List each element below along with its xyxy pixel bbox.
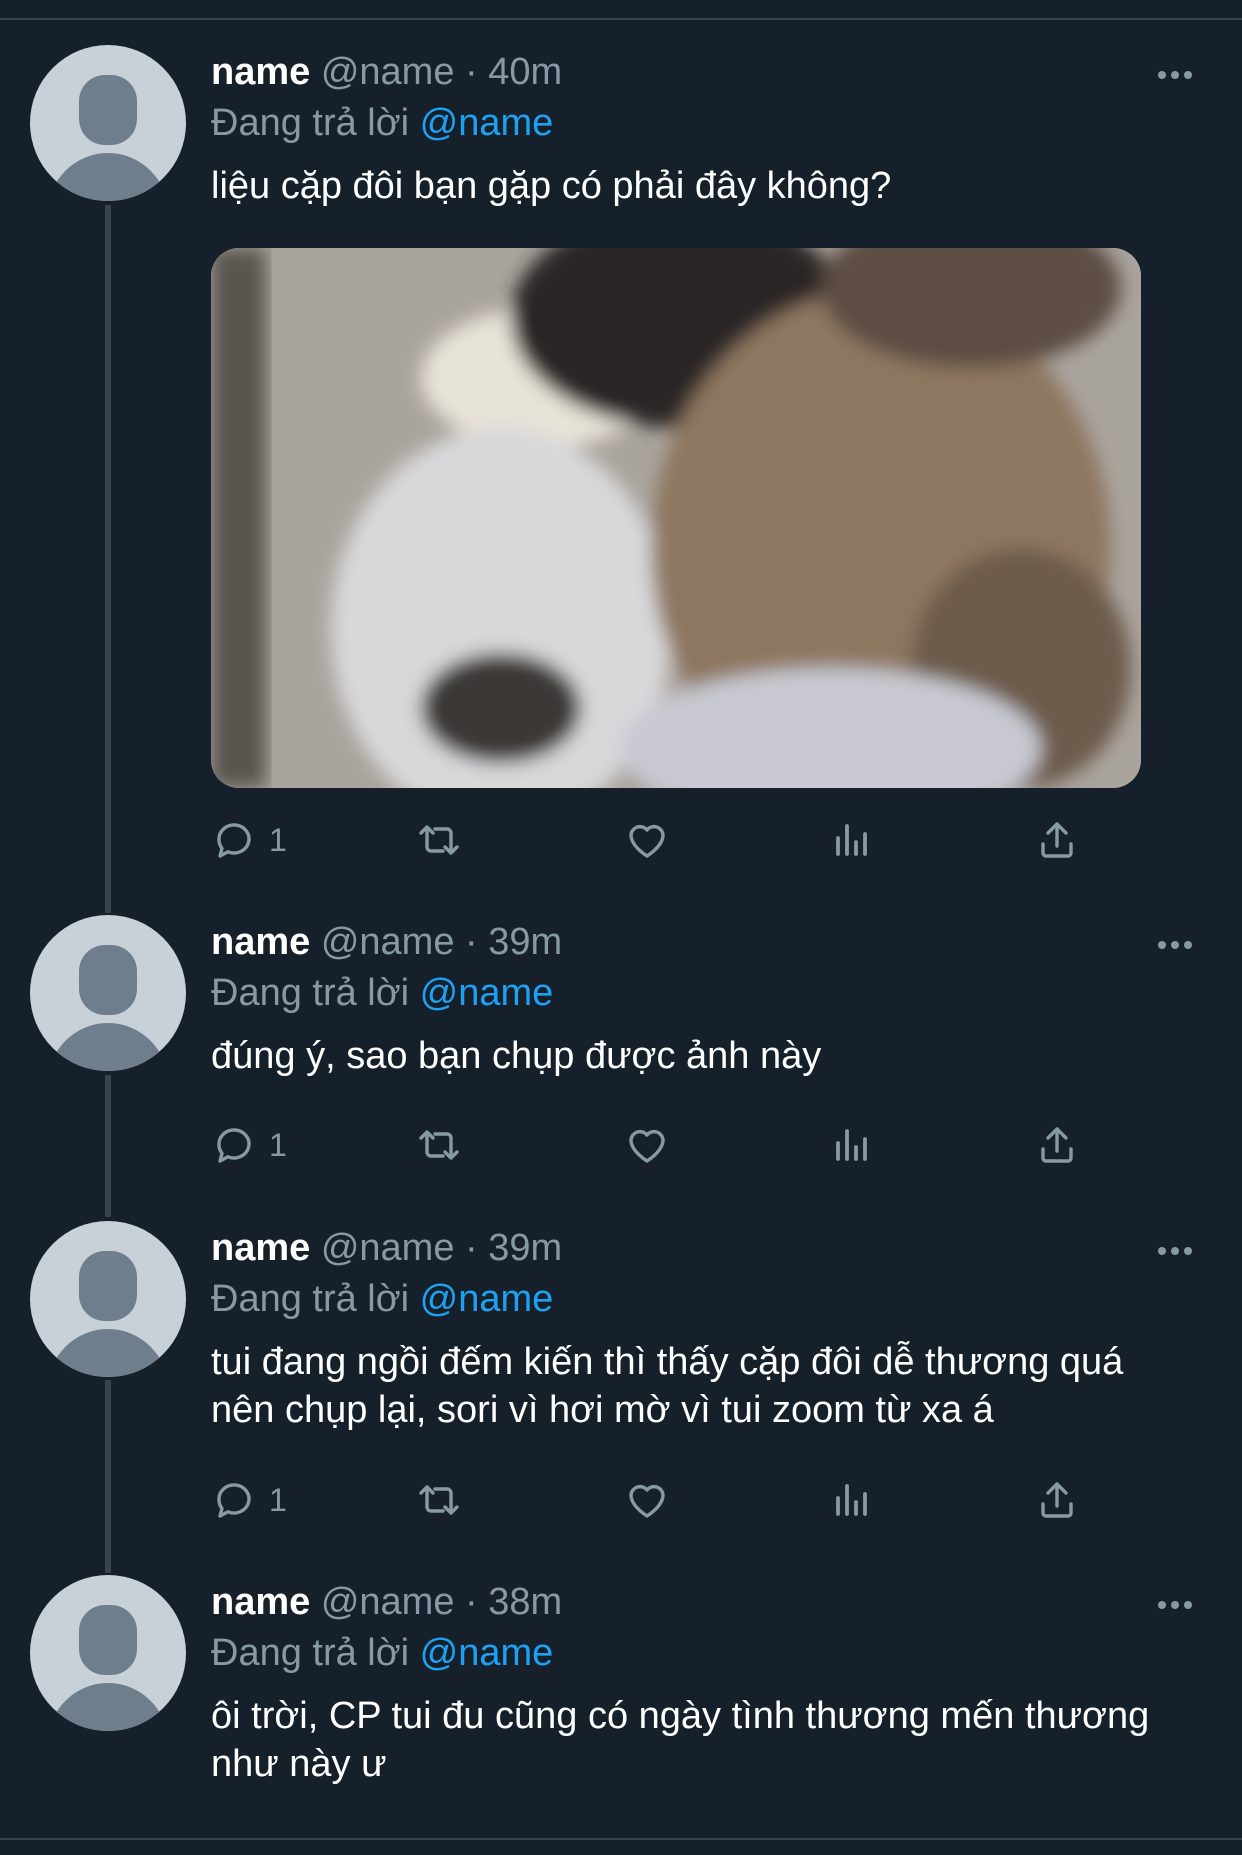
heart-icon (629, 1129, 665, 1163)
avatar[interactable] (30, 1221, 186, 1377)
reply-prefix: Đang trả lời (211, 972, 410, 1014)
bottom-divider (0, 1838, 1242, 1840)
like-button[interactable] (623, 812, 671, 868)
tweet-text: liệu cặp đôi bạn gặp có phải đây không? (211, 165, 892, 207)
user-handle[interactable]: @name (321, 51, 455, 93)
stats-icon (836, 824, 867, 856)
thread-line (105, 205, 111, 913)
reply-context: Đang trả lời @name (211, 1276, 553, 1322)
top-divider (0, 18, 1242, 20)
timestamp[interactable]: 39m (488, 1227, 562, 1269)
display-name[interactable]: name (211, 51, 310, 93)
like-button[interactable] (623, 1472, 671, 1528)
separator: · (465, 1581, 478, 1623)
share-icon (1041, 822, 1073, 858)
reply-mention[interactable]: @name (420, 102, 554, 144)
timestamp[interactable]: 38m (488, 1581, 562, 1623)
more-icon[interactable] (1158, 1247, 1192, 1255)
display-name[interactable]: name (211, 1227, 310, 1269)
tweet-text: tui đang ngồi đếm kiến thì thấy cặp đôi … (211, 1341, 1124, 1431)
thread-line (105, 1075, 111, 1217)
tweet-text: ôi trời, CP tui đu cũng có ngày tình thư… (211, 1695, 1150, 1785)
share-button[interactable] (1033, 812, 1081, 868)
reply-button[interactable]: 1 (211, 1472, 287, 1528)
tweet-actions: 1 (211, 812, 1111, 868)
tweet-header: name @name · 39m (211, 1225, 562, 1271)
separator: · (465, 921, 478, 963)
reply-count: 1 (269, 1481, 287, 1518)
reply-count: 1 (269, 821, 287, 858)
thread-line (105, 1380, 111, 1573)
reply-mention[interactable]: @name (420, 972, 554, 1014)
user-handle[interactable]: @name (321, 921, 455, 963)
stats-button[interactable] (828, 812, 876, 868)
heart-icon (629, 1484, 665, 1518)
tweet-photo[interactable] (211, 248, 1141, 788)
reply-prefix: Đang trả lời (211, 102, 410, 144)
reply-mention[interactable]: @name (420, 1278, 554, 1320)
stats-icon (836, 1129, 867, 1161)
more-icon[interactable] (1158, 1601, 1192, 1609)
stats-icon (836, 1484, 867, 1516)
separator: · (465, 51, 478, 93)
reply-count: 1 (269, 1126, 287, 1163)
retweet-icon (419, 825, 459, 855)
share-icon (1041, 1482, 1073, 1518)
display-name[interactable]: name (211, 1581, 310, 1623)
tweet-header: name @name · 38m (211, 1579, 562, 1625)
retweet-button[interactable] (415, 1117, 463, 1173)
reply-prefix: Đang trả lời (211, 1278, 410, 1320)
retweet-icon (419, 1485, 459, 1515)
tweet-actions: 1 (211, 1117, 1111, 1173)
share-button[interactable] (1033, 1117, 1081, 1173)
reply-icon (217, 1128, 251, 1163)
reply-button[interactable]: 1 (211, 1117, 287, 1173)
retweet-button[interactable] (415, 1472, 463, 1528)
avatar[interactable] (30, 1575, 186, 1731)
like-button[interactable] (623, 1117, 671, 1173)
reply-context: Đang trả lời @name (211, 970, 553, 1016)
retweet-button[interactable] (415, 812, 463, 868)
heart-icon (629, 824, 665, 858)
more-icon[interactable] (1158, 71, 1192, 79)
reply-context: Đang trả lời @name (211, 1630, 553, 1676)
stats-button[interactable] (828, 1117, 876, 1173)
share-icon (1041, 1127, 1073, 1163)
stats-button[interactable] (828, 1472, 876, 1528)
photo-image (211, 248, 1141, 788)
reply-icon (217, 823, 251, 858)
avatar[interactable] (30, 45, 186, 201)
tweet-actions: 1 (211, 1472, 1111, 1528)
tweet-header: name @name · 39m (211, 919, 562, 965)
reply-prefix: Đang trả lời (211, 1632, 410, 1674)
tweet-text: đúng ý, sao bạn chụp được ảnh này (211, 1035, 822, 1077)
share-button[interactable] (1033, 1472, 1081, 1528)
reply-button[interactable]: 1 (211, 812, 287, 868)
avatar[interactable] (30, 915, 186, 1071)
tweet-header: name @name · 40m (211, 49, 562, 95)
display-name[interactable]: name (211, 921, 310, 963)
more-icon[interactable] (1158, 941, 1192, 949)
timestamp[interactable]: 40m (488, 51, 562, 93)
timestamp[interactable]: 39m (488, 921, 562, 963)
reply-icon (217, 1483, 251, 1518)
separator: · (465, 1227, 478, 1269)
retweet-icon (419, 1130, 459, 1160)
user-handle[interactable]: @name (321, 1227, 455, 1269)
user-handle[interactable]: @name (321, 1581, 455, 1623)
reply-mention[interactable]: @name (420, 1632, 554, 1674)
reply-context: Đang trả lời @name (211, 100, 553, 146)
